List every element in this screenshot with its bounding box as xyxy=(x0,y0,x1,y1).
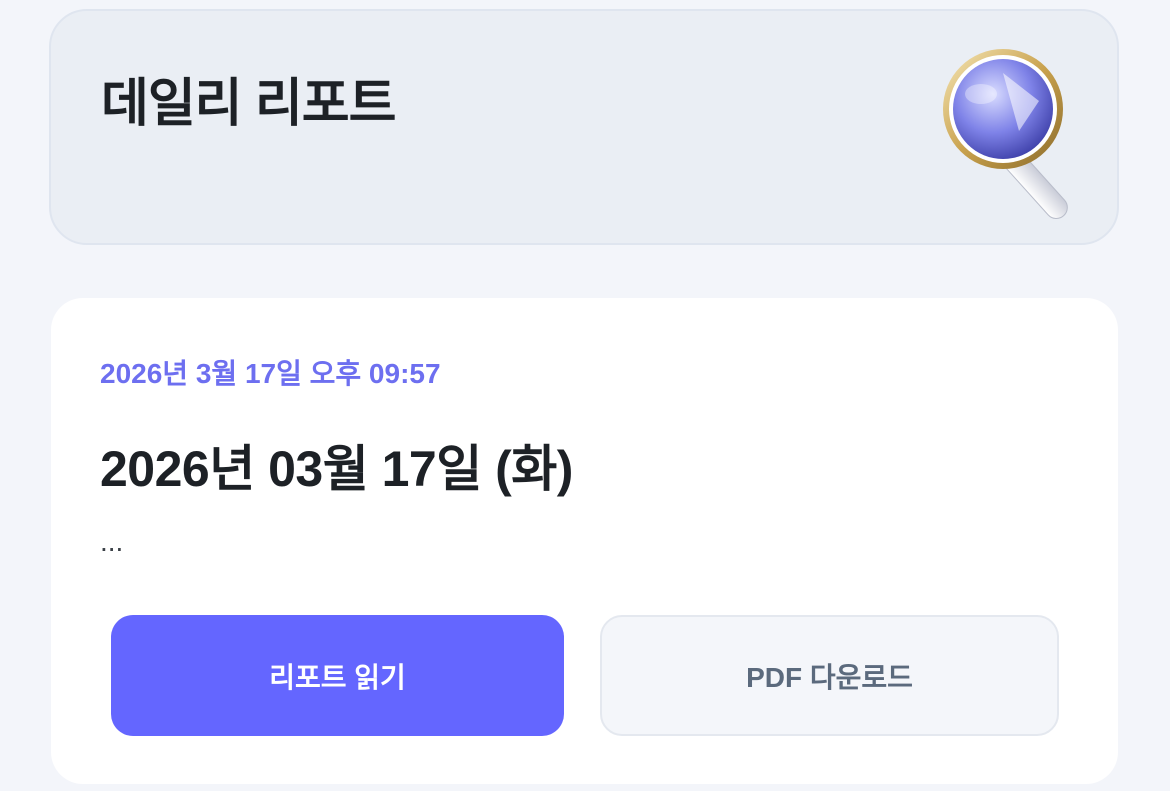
magnifying-glass-icon xyxy=(943,49,1068,220)
report-card: 2026년 3월 17일 오후 09:57 2026년 03월 17일 (화) … xyxy=(51,298,1118,784)
page-title: 데일리 리포트 xyxy=(101,75,396,133)
report-summary: ... xyxy=(100,526,124,557)
read-report-button[interactable]: 리포트 읽기 xyxy=(111,615,564,736)
pdf-download-button-label: PDF 다운로드 xyxy=(746,661,913,693)
read-report-button-label: 리포트 읽기 xyxy=(269,661,406,693)
header-card: 데일리 리포트 xyxy=(49,9,1119,245)
report-date-title: 2026년 03월 17일 (화) xyxy=(100,441,573,497)
report-timestamp: 2026년 3월 17일 오후 09:57 xyxy=(100,358,441,389)
pdf-download-button[interactable]: PDF 다운로드 xyxy=(600,615,1059,736)
